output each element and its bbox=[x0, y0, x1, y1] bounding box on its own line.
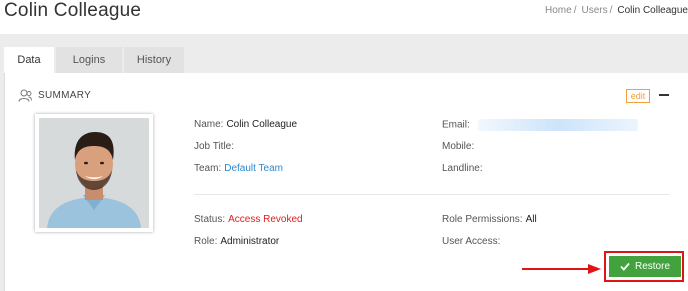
role-value: Administrator bbox=[220, 236, 280, 247]
email-value-redacted bbox=[477, 119, 638, 131]
role-label: Role: bbox=[194, 236, 218, 247]
top-bar: Colin Colleague Home / Users / Colin Colle… bbox=[0, 0, 688, 34]
breadcrumb-separator: / bbox=[609, 5, 613, 16]
avatar bbox=[35, 114, 153, 232]
tab-history[interactable]: History bbox=[124, 47, 184, 73]
annotation-arrow-icon bbox=[522, 264, 601, 274]
divider bbox=[194, 194, 669, 195]
summary-header: SUMMARY bbox=[18, 89, 91, 102]
user-access-label: User Access: bbox=[442, 236, 501, 247]
collapse-icon[interactable] bbox=[659, 94, 669, 96]
restore-label: Restore bbox=[634, 261, 670, 272]
job-title-label: Job Title: bbox=[194, 141, 235, 152]
job-title-field: Job Title: bbox=[194, 141, 234, 152]
edit-button[interactable]: edit bbox=[626, 89, 650, 103]
status-field: Status: Access Revoked bbox=[194, 214, 303, 225]
status-label: Status: bbox=[194, 214, 226, 225]
team-field: Team: Default Team bbox=[194, 163, 283, 174]
email-field: Email: bbox=[442, 119, 638, 131]
tab-data[interactable]: Data bbox=[4, 47, 54, 73]
tab-bar: Data Logins History bbox=[4, 47, 186, 73]
breadcrumb-users[interactable]: Users bbox=[581, 5, 607, 16]
team-link[interactable]: Default Team bbox=[224, 163, 283, 174]
landline-field: Landline: bbox=[442, 163, 483, 174]
role-field: Role: Administrator bbox=[194, 236, 279, 247]
status-value: Access Revoked bbox=[228, 214, 303, 225]
breadcrumb-home[interactable]: Home bbox=[545, 5, 572, 16]
landline-label: Landline: bbox=[442, 163, 483, 174]
restore-button[interactable]: Restore bbox=[609, 256, 681, 277]
mobile-field: Mobile: bbox=[442, 141, 474, 152]
name-value: Colin Colleague bbox=[226, 119, 298, 130]
user-access-field: User Access: bbox=[442, 236, 500, 247]
user-icon bbox=[18, 89, 32, 102]
team-label: Team: bbox=[194, 163, 222, 174]
role-permissions-value: All bbox=[525, 214, 537, 225]
name-label: Name: bbox=[194, 119, 224, 130]
breadcrumb: Home / Users / Colin Colleague bbox=[545, 5, 688, 16]
check-icon bbox=[620, 262, 630, 271]
role-permissions-field: Role Permissions: All bbox=[442, 214, 537, 225]
tab-logins[interactable]: Logins bbox=[56, 47, 122, 73]
user-photo bbox=[39, 118, 149, 228]
summary-panel: SUMMARY edit Name: Colin Colleague Job Ti… bbox=[4, 73, 688, 291]
restore-highlight: Restore bbox=[604, 251, 684, 282]
breadcrumb-current: Colin Colleague bbox=[617, 5, 688, 16]
email-label: Email: bbox=[442, 119, 470, 131]
breadcrumb-separator: / bbox=[573, 5, 577, 16]
role-permissions-label: Role Permissions: bbox=[442, 214, 523, 225]
summary-title: SUMMARY bbox=[38, 90, 92, 101]
mobile-label: Mobile: bbox=[442, 141, 475, 152]
page-title: Colin Colleague bbox=[4, 0, 142, 21]
name-field: Name: Colin Colleague bbox=[194, 119, 297, 130]
